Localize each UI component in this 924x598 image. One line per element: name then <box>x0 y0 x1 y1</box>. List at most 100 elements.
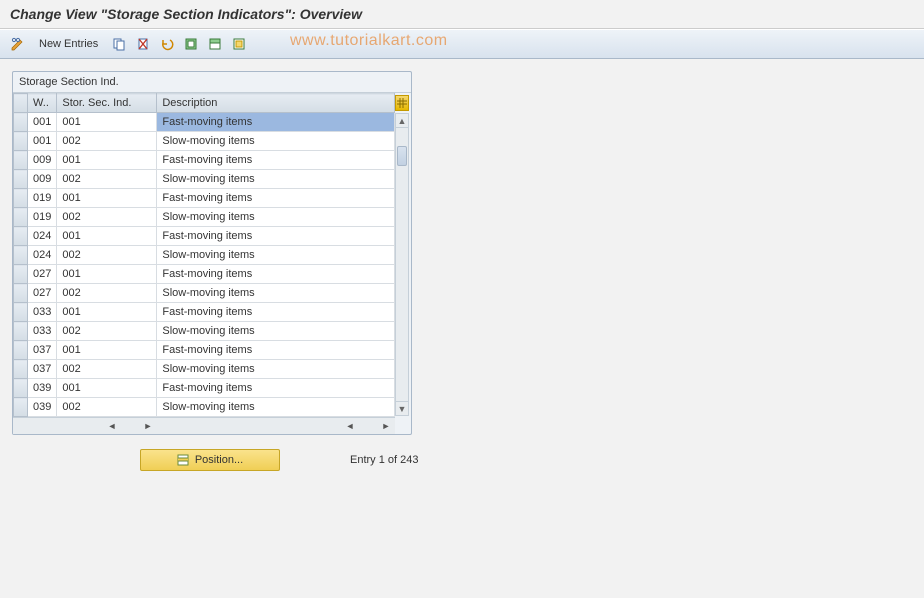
scroll-up-button[interactable]: ▲ <box>396 114 408 128</box>
row-selector[interactable] <box>14 189 28 208</box>
deselect-all-button[interactable] <box>229 34 249 54</box>
copy-icon <box>112 37 126 51</box>
cell-stor-sec-ind[interactable]: 002 <box>57 208 157 227</box>
table-row: 033001Fast-moving items <box>14 303 395 322</box>
cell-warehouse[interactable]: 009 <box>28 170 57 189</box>
scroll-first-button[interactable]: ◄ <box>343 419 357 433</box>
undo-change-button[interactable] <box>157 34 177 54</box>
cell-warehouse[interactable]: 039 <box>28 398 57 417</box>
row-selector[interactable] <box>14 227 28 246</box>
row-selector[interactable] <box>14 170 28 189</box>
cell-warehouse[interactable]: 027 <box>28 265 57 284</box>
cell-stor-sec-ind[interactable]: 001 <box>57 151 157 170</box>
table-row: 024002Slow-moving items <box>14 246 395 265</box>
cell-stor-sec-ind[interactable]: 002 <box>57 246 157 265</box>
storage-section-panel: Storage Section Ind. W.. Stor. Sec. Ind.… <box>12 71 412 435</box>
cell-description[interactable]: Slow-moving items <box>157 322 395 341</box>
cell-description[interactable]: Fast-moving items <box>157 227 395 246</box>
scroll-right-button[interactable]: ► <box>141 419 155 433</box>
cell-stor-sec-ind[interactable]: 002 <box>57 132 157 151</box>
cell-warehouse[interactable]: 019 <box>28 189 57 208</box>
cell-warehouse[interactable]: 037 <box>28 341 57 360</box>
cell-stor-sec-ind[interactable]: 001 <box>57 379 157 398</box>
cell-warehouse[interactable]: 027 <box>28 284 57 303</box>
cell-description[interactable]: Fast-moving items <box>157 265 395 284</box>
row-selector[interactable] <box>14 246 28 265</box>
cell-warehouse[interactable]: 001 <box>28 132 57 151</box>
cell-description[interactable]: Fast-moving items <box>157 113 395 132</box>
select-all-rows-header[interactable] <box>14 94 28 113</box>
row-selector[interactable] <box>14 265 28 284</box>
column-header-description[interactable]: Description <box>157 94 395 113</box>
cell-description[interactable]: Slow-moving items <box>157 132 395 151</box>
cell-description[interactable]: Slow-moving items <box>157 284 395 303</box>
row-selector[interactable] <box>14 113 28 132</box>
cell-description[interactable]: Slow-moving items <box>157 208 395 227</box>
copy-as-button[interactable] <box>109 34 129 54</box>
cell-description[interactable]: Fast-moving items <box>157 341 395 360</box>
cell-stor-sec-ind[interactable]: 002 <box>57 360 157 379</box>
cell-description[interactable]: Fast-moving items <box>157 151 395 170</box>
position-button[interactable]: Position... <box>140 449 280 471</box>
cell-description[interactable]: Fast-moving items <box>157 303 395 322</box>
cell-stor-sec-ind[interactable]: 001 <box>57 265 157 284</box>
cell-stor-sec-ind[interactable]: 001 <box>57 189 157 208</box>
page-title: Change View "Storage Section Indicators"… <box>10 6 362 22</box>
configure-columns-button[interactable] <box>395 95 409 111</box>
select-block-icon <box>208 37 222 51</box>
row-selector[interactable] <box>14 208 28 227</box>
table-row: 039001Fast-moving items <box>14 379 395 398</box>
cell-description[interactable]: Slow-moving items <box>157 246 395 265</box>
cell-stor-sec-ind[interactable]: 002 <box>57 322 157 341</box>
cell-stor-sec-ind[interactable]: 002 <box>57 170 157 189</box>
cell-warehouse[interactable]: 019 <box>28 208 57 227</box>
table-row: 001002Slow-moving items <box>14 132 395 151</box>
column-header-warehouse[interactable]: W.. <box>28 94 57 113</box>
row-selector[interactable] <box>14 360 28 379</box>
row-selector[interactable] <box>14 322 28 341</box>
cell-description[interactable]: Slow-moving items <box>157 170 395 189</box>
cell-warehouse[interactable]: 024 <box>28 246 57 265</box>
cell-stor-sec-ind[interactable]: 001 <box>57 341 157 360</box>
row-selector[interactable] <box>14 379 28 398</box>
cell-description[interactable]: Fast-moving items <box>157 379 395 398</box>
cell-warehouse[interactable]: 024 <box>28 227 57 246</box>
deselect-all-icon <box>232 37 246 51</box>
scroll-down-button[interactable]: ▼ <box>396 401 408 415</box>
cell-description[interactable]: Fast-moving items <box>157 189 395 208</box>
cell-description[interactable]: Slow-moving items <box>157 360 395 379</box>
table-row: 039002Slow-moving items <box>14 398 395 417</box>
table-row: 037002Slow-moving items <box>14 360 395 379</box>
application-toolbar: New Entries www.tutorialkart.com <box>0 29 924 59</box>
cell-warehouse[interactable]: 001 <box>28 113 57 132</box>
select-block-button[interactable] <box>205 34 225 54</box>
toggle-display-change-button[interactable] <box>8 34 28 54</box>
scroll-left-button[interactable]: ◄ <box>105 419 119 433</box>
cell-stor-sec-ind[interactable]: 002 <box>57 398 157 417</box>
row-selector[interactable] <box>14 151 28 170</box>
cell-warehouse[interactable]: 033 <box>28 303 57 322</box>
scroll-last-button[interactable]: ► <box>379 419 393 433</box>
column-header-stor-sec-ind[interactable]: Stor. Sec. Ind. <box>57 94 157 113</box>
row-selector[interactable] <box>14 341 28 360</box>
cell-warehouse[interactable]: 039 <box>28 379 57 398</box>
row-selector[interactable] <box>14 132 28 151</box>
cell-warehouse[interactable]: 037 <box>28 360 57 379</box>
row-selector[interactable] <box>14 284 28 303</box>
delete-button[interactable] <box>133 34 153 54</box>
row-selector[interactable] <box>14 303 28 322</box>
cell-warehouse[interactable]: 009 <box>28 151 57 170</box>
vertical-scrollbar[interactable]: ▲ ▼ <box>395 113 409 416</box>
cell-stor-sec-ind[interactable]: 001 <box>57 113 157 132</box>
select-all-button[interactable] <box>181 34 201 54</box>
cell-stor-sec-ind[interactable]: 001 <box>57 227 157 246</box>
scroll-thumb[interactable] <box>397 146 407 166</box>
cell-stor-sec-ind[interactable]: 001 <box>57 303 157 322</box>
delete-icon <box>136 37 150 51</box>
cell-stor-sec-ind[interactable]: 002 <box>57 284 157 303</box>
new-entries-button[interactable]: New Entries <box>32 35 105 53</box>
cell-description[interactable]: Slow-moving items <box>157 398 395 417</box>
cell-warehouse[interactable]: 033 <box>28 322 57 341</box>
pencil-glasses-icon <box>11 37 25 51</box>
row-selector[interactable] <box>14 398 28 417</box>
